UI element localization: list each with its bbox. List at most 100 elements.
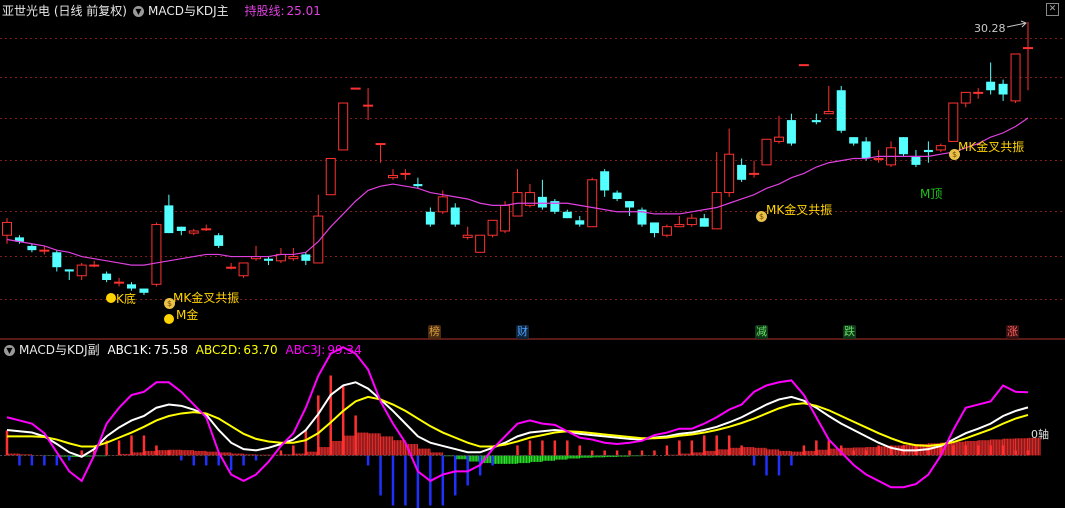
chevron-down-icon[interactable]: ▼	[4, 345, 15, 356]
candle-body	[661, 226, 672, 236]
candle-body	[338, 102, 349, 151]
candle-body	[973, 91, 984, 94]
candle-body	[151, 224, 162, 285]
k-value: 75.58	[153, 343, 188, 357]
candle-body	[798, 64, 809, 67]
candle-body	[64, 269, 74, 272]
candle-body	[836, 90, 846, 131]
event-marker[interactable]: 财	[516, 325, 529, 339]
signal-label: MK金叉共振	[766, 203, 833, 217]
candle-body	[587, 179, 598, 228]
candle-body	[923, 149, 933, 153]
candle-body	[313, 215, 324, 264]
holding-line-label: 持股线:	[244, 4, 285, 18]
event-marker[interactable]: 榜	[428, 325, 441, 339]
candle-body	[575, 220, 585, 225]
candle-body	[288, 256, 299, 260]
candle-body	[948, 102, 959, 142]
candle-body	[724, 153, 735, 194]
candle-body	[139, 288, 149, 293]
signal-label: MK金叉共振	[958, 140, 1025, 154]
series-line-abc3j	[6, 346, 1029, 489]
event-marker[interactable]: 减	[755, 325, 768, 339]
candle-body	[749, 172, 760, 175]
candle-body	[226, 266, 237, 269]
candle-body	[387, 175, 398, 179]
candle-body	[960, 91, 971, 104]
event-marker[interactable]: 涨	[1006, 325, 1019, 339]
candle-body	[649, 222, 659, 234]
d-label: ABC2D:	[195, 343, 242, 357]
candle-body	[475, 234, 486, 253]
candle-body	[164, 205, 174, 234]
candle-body	[537, 196, 547, 208]
event-marker[interactable]: 跌	[843, 325, 856, 339]
sub-header: ▼ MACD与KDJ副 ABC1K: 75.58 ABC2D: 63.70 ABC3J…	[2, 342, 366, 358]
chart-canvas	[0, 22, 1065, 508]
candle-body	[711, 192, 722, 230]
candle-body	[600, 171, 610, 191]
candle-body	[76, 264, 87, 277]
candle-body	[400, 172, 411, 175]
candle-body	[699, 218, 709, 227]
candle-body	[861, 141, 871, 159]
main-header: 亚世光电 (日线 前复权) ▼ MACD与KDJ主 持股线: 25.01	[2, 3, 325, 19]
candle-body	[487, 219, 498, 236]
chevron-down-icon[interactable]: ▼	[133, 6, 144, 17]
kdj-macd-plot	[0, 346, 1041, 508]
candle-body	[773, 136, 784, 142]
candle-body	[214, 235, 224, 246]
candle-body	[998, 83, 1008, 95]
candle-body	[350, 87, 361, 90]
candle-body	[39, 249, 50, 252]
signal-label: MK金叉共振	[173, 291, 240, 305]
candle-body	[462, 234, 473, 238]
signal-label: M顶	[920, 187, 943, 201]
candle-body	[823, 111, 834, 115]
candle-body	[413, 184, 423, 187]
candle-body	[1010, 53, 1021, 102]
candle-body	[102, 273, 112, 281]
candle-body	[450, 207, 460, 225]
candle-body	[612, 192, 622, 199]
j-label: ABC3J:	[285, 343, 326, 357]
j-value: 99.34	[327, 343, 362, 357]
candle-body	[500, 204, 511, 232]
candle-body	[201, 228, 212, 231]
candle-body	[325, 157, 336, 196]
arrow-icon	[1006, 20, 1027, 28]
candle-body	[2, 221, 12, 236]
dot-icon	[164, 314, 174, 324]
indicator-name[interactable]: MACD与KDJ主	[148, 4, 229, 18]
sub-indicator-name[interactable]: MACD与KDJ副	[19, 343, 100, 357]
candle-body	[114, 281, 125, 284]
candle-body	[786, 120, 796, 144]
candle-body	[737, 164, 747, 180]
candle-body	[437, 196, 448, 213]
candle-body	[898, 137, 908, 155]
candle-body	[238, 262, 249, 277]
candle-body	[849, 137, 859, 144]
candle-body	[425, 211, 435, 225]
stock-title[interactable]: 亚世光电 (日线 前复权)	[2, 4, 127, 18]
candle-body	[176, 226, 186, 231]
close-icon[interactable]: ✕	[1046, 3, 1059, 16]
candlestick-plot	[2, 22, 1033, 295]
series-line-abc2d	[7, 395, 1029, 448]
candle-body	[301, 254, 311, 261]
candle-body	[873, 157, 884, 160]
candle-body	[674, 224, 685, 228]
zero-axis-label: 0轴	[1031, 428, 1049, 441]
candle-body	[127, 284, 137, 289]
candle-body	[761, 138, 772, 166]
signal-label: M金	[176, 308, 199, 322]
candle-body	[89, 264, 100, 267]
signal-label: K底	[116, 292, 136, 306]
candle-body	[263, 258, 273, 261]
candle-body	[1023, 47, 1033, 50]
candle-body	[363, 104, 374, 107]
candle-body	[811, 120, 821, 123]
candle-body	[986, 81, 996, 91]
candle-body	[375, 143, 386, 146]
candle-body	[562, 211, 572, 219]
